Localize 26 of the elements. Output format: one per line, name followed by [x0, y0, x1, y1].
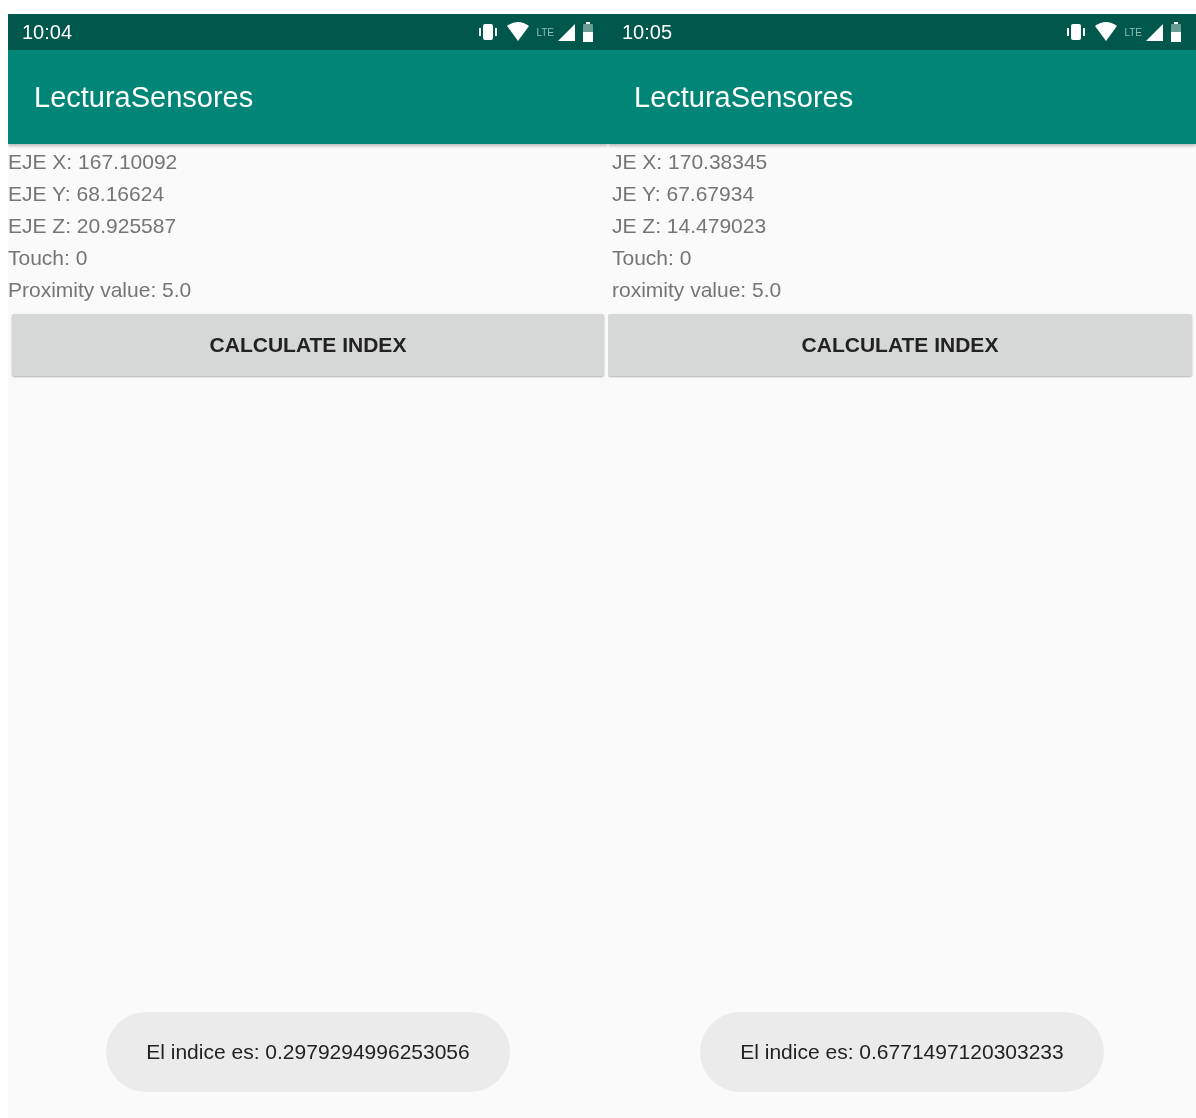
app-title: LecturaSensores: [34, 80, 254, 114]
signal-icon: [1144, 22, 1164, 42]
status-time: 10:05: [622, 20, 673, 44]
wifi-icon: [1094, 22, 1119, 42]
sensor-reading: roximity value: 5.0: [611, 277, 782, 303]
status-time: 10:04: [22, 20, 73, 44]
sensor-reading: Proximity value: 5.0: [8, 277, 192, 303]
sensor-reading: Touch: 0: [611, 245, 692, 271]
battery-icon: [582, 21, 594, 43]
sensor-reading: JE Y: 67.67934: [611, 181, 755, 207]
sensor-reading: EJE Z: 20.925587: [8, 213, 177, 239]
network-type-label: LTE: [1124, 27, 1142, 38]
toast-message: El indice es: 0.6771497120303233: [700, 1012, 1104, 1092]
network-type-label: LTE: [536, 27, 554, 38]
calculate-button[interactable]: CALCULATE INDEX: [608, 314, 1192, 376]
signal-icon: [556, 22, 576, 42]
wifi-icon: [506, 22, 531, 42]
calculate-button[interactable]: CALCULATE INDEX: [12, 314, 604, 376]
sensor-reading: JE Z: 14.479023: [611, 213, 767, 239]
sensor-reading: EJE Y: 68.16624: [8, 181, 165, 207]
app-title: LecturaSensores: [634, 80, 854, 114]
sensor-reading: Touch: 0: [8, 245, 88, 271]
sensor-reading: EJE X: 167.10092: [8, 149, 178, 175]
battery-icon: [1170, 21, 1182, 43]
sensor-reading: JE X: 170.38345: [611, 149, 768, 175]
toast-message: El indice es: 0.2979294996253056: [106, 1012, 510, 1092]
